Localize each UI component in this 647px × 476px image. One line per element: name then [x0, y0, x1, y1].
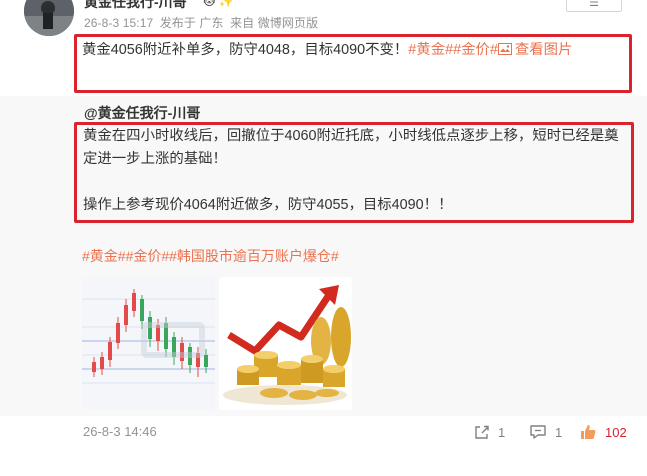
post-source: 来自 微博网页版 [230, 16, 319, 30]
thumbs-up-icon [581, 425, 596, 439]
comment-icon [530, 425, 546, 439]
like-button[interactable]: 102 [579, 423, 627, 441]
comment-count: 1 [555, 424, 563, 440]
post-meta: 26-8-3 15:17 发布于 广东 来自 微博网页版 [84, 14, 321, 31]
post-location: 发布于 广东 [159, 16, 224, 30]
repost-time[interactable]: 26-8-3 14:46 [83, 424, 157, 439]
comment-button[interactable]: 1 [529, 424, 562, 440]
share-button[interactable]: 1 [474, 424, 505, 440]
avatar-photo [24, 0, 74, 36]
gold-image-thumbnail[interactable] [219, 277, 352, 410]
highlight-box-main [74, 34, 632, 93]
gold-bars-image [219, 277, 352, 410]
post-author-name[interactable]: 黄金任我行-川哥 [84, 0, 187, 12]
author-badges: 🐱 ✨ [203, 0, 234, 8]
highlight-box-repost [74, 122, 634, 223]
candlestick-image [82, 277, 215, 410]
share-icon [475, 425, 489, 439]
repost-author[interactable]: @黄金任我行-川哥 [84, 103, 200, 123]
repost-hashtags[interactable]: #黄金##金价##韩国股市逾百万账户爆仓# [82, 246, 339, 266]
like-count: 102 [605, 424, 627, 440]
share-count: 1 [498, 424, 506, 440]
post-time[interactable]: 26-8-3 15:17 [84, 16, 153, 30]
more-menu-button[interactable]: ☰ [566, 0, 622, 12]
avatar[interactable] [24, 0, 74, 36]
chart-thumbnail[interactable] [82, 277, 215, 410]
